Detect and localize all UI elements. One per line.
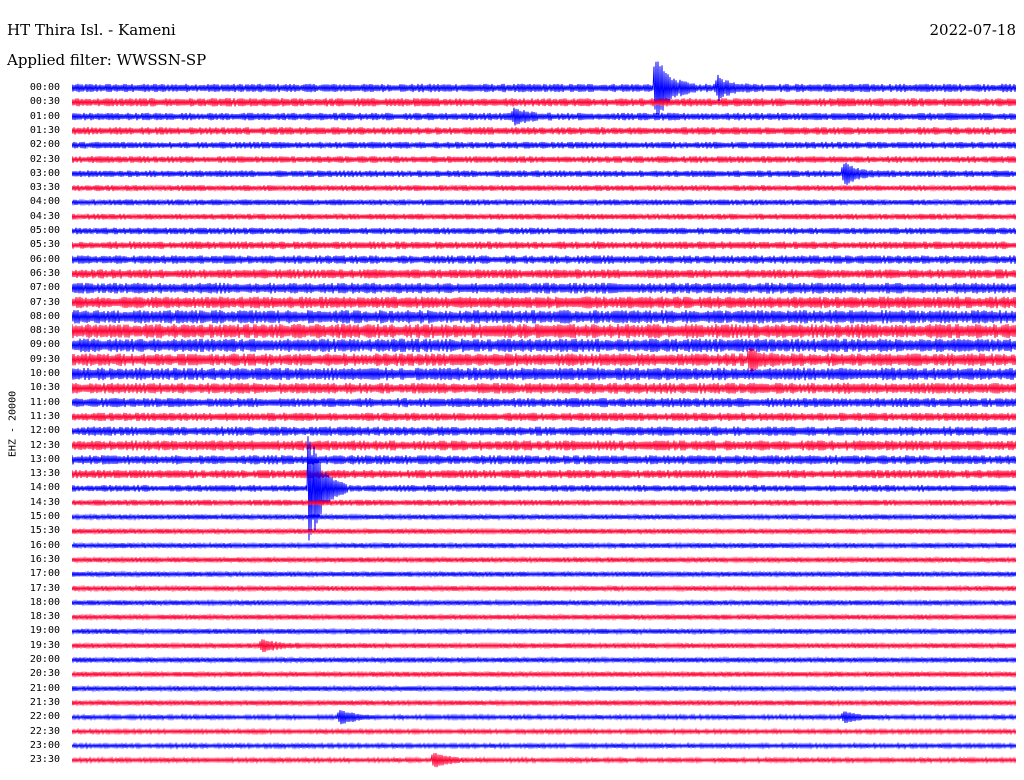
trace-row-1600 [72,541,1016,550]
trace-row-1130 [72,412,1016,422]
trace-row-1930 [72,639,1016,653]
trace-row-1630 [72,555,1016,564]
time-label-1630: 16:30 [29,553,60,565]
trace-row-1400 [72,436,1016,541]
trace-row-2330 [72,752,1016,768]
trace-row-1730 [72,584,1016,593]
time-label-1830: 18:30 [29,611,60,623]
time-label-1600: 16:00 [29,539,60,551]
time-label-0500: 05:00 [29,225,60,236]
trace-row-2300 [72,741,1016,750]
time-label-1000: 10:00 [29,368,60,379]
time-label-1500: 15:00 [29,511,60,522]
time-label-2300: 23:00 [29,739,60,751]
time-label-0130: 01:30 [29,124,60,136]
trace-row-2030 [72,670,1016,679]
time-label-1800: 18:00 [29,596,60,608]
trace-row-0400 [72,198,1016,207]
time-label-0400: 04:00 [29,196,60,208]
trace-row-1700 [72,570,1016,579]
time-label-0230: 02:30 [29,153,60,165]
trace-row-0800 [72,310,1016,324]
time-label-2130: 21:30 [29,696,60,708]
time-label-0300: 03:00 [29,167,60,179]
trace-row-1330 [72,469,1016,479]
trace-row-0500 [72,227,1016,235]
time-label-0430: 04:30 [29,210,60,222]
trace-row-1200 [72,426,1016,436]
time-label-1930: 19:30 [29,639,60,651]
trace-row-1500 [72,512,1016,522]
trace-row-0130 [72,127,1016,135]
trace-row-0600 [72,255,1016,264]
trace-row-1000 [72,367,1016,381]
trace-row-0630 [72,269,1016,279]
time-label-0900: 09:00 [29,339,60,351]
time-label-0700: 07:00 [29,282,60,294]
time-label-2030: 20:30 [29,668,60,680]
trace-row-2230 [72,727,1016,736]
trace-row-0430 [72,212,1016,221]
trace-row-0930 [72,347,1016,372]
trace-row-1530 [72,527,1016,536]
time-label-2000: 20:00 [29,654,60,665]
time-label-0000: 00:00 [29,82,60,93]
time-label-1530: 15:30 [29,525,60,537]
trace-row-1230 [72,440,1016,451]
channel-label: EHZ - 20000 [7,390,19,458]
trace-row-0000 [72,61,1016,115]
trace-row-1100 [72,397,1016,408]
trace-row-0200 [72,141,1016,150]
trace-row-0830 [72,323,1016,339]
trace-row-1300 [72,455,1016,465]
time-label-0100: 01:00 [29,110,60,122]
trace-row-0730 [72,296,1016,309]
trace-row-1030 [72,382,1016,394]
time-label-0030: 00:30 [29,96,60,108]
trace-row-0700 [72,282,1016,294]
time-label-0800: 08:00 [29,310,60,322]
time-label-1200: 12:00 [29,425,60,437]
time-label-0930: 09:30 [29,353,60,365]
time-label-1730: 17:30 [29,582,60,594]
time-label-2230: 22:30 [29,725,60,737]
trace-row-0300 [72,162,1016,185]
trace-row-0030 [72,98,1016,107]
time-label-1030: 10:30 [29,382,60,394]
time-label-0600: 06:00 [29,253,60,265]
trace-row-1900 [72,627,1016,636]
time-label-1330: 13:30 [29,468,60,480]
time-label-2100: 21:00 [29,682,60,694]
trace-row-1430 [72,498,1016,507]
time-label-1130: 11:30 [29,410,60,422]
time-label-0330: 03:30 [29,182,60,194]
trace-row-2000 [72,655,1016,665]
trace-row-0900 [72,338,1016,353]
trace-row-1800 [72,598,1016,607]
trace-row-0330 [72,184,1016,193]
time-label-1900: 19:00 [29,625,60,637]
time-label-1230: 12:30 [29,439,60,451]
time-label-0200: 02:00 [29,139,60,151]
time-label-1400: 14:00 [29,482,60,494]
time-label-1300: 13:00 [29,453,60,465]
time-label-1430: 14:30 [29,496,60,508]
helicorder-plot [72,61,1016,768]
time-label-2200: 22:00 [29,711,60,723]
time-label-1700: 17:00 [29,568,60,580]
trace-row-1830 [72,613,1016,622]
time-label-0830: 08:30 [29,325,60,337]
trace-row-2130 [72,698,1016,707]
trace-row-0230 [72,155,1016,164]
time-label-0530: 05:30 [29,239,60,251]
time-label-1100: 11:00 [29,396,60,408]
trace-row-0100 [72,107,1016,126]
trace-row-2200 [72,710,1016,725]
time-label-2330: 23:30 [29,754,60,766]
time-label-0730: 07:30 [29,296,60,308]
time-label-0630: 06:30 [29,267,60,279]
trace-row-0530 [72,241,1016,250]
trace-row-2100 [72,684,1016,693]
